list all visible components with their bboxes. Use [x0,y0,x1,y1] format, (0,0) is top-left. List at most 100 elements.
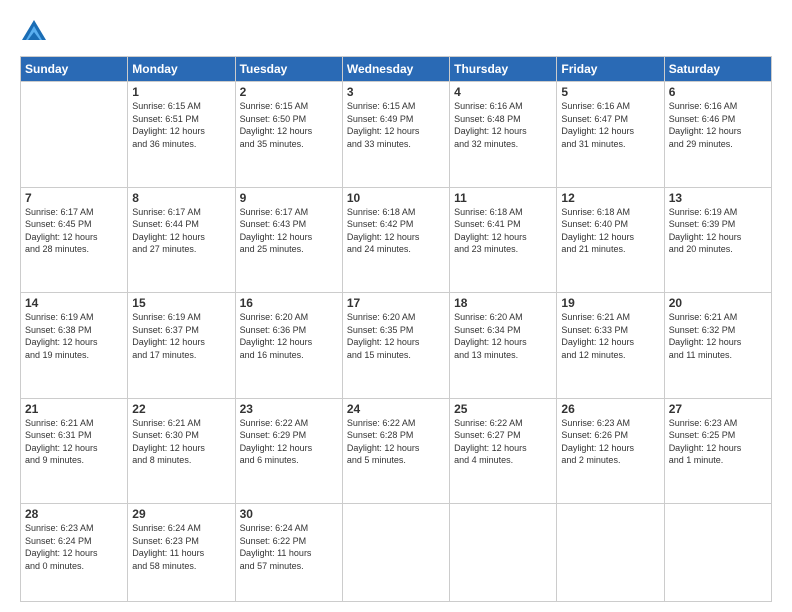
day-number: 24 [347,402,445,416]
calendar-table: SundayMondayTuesdayWednesdayThursdayFrid… [20,56,772,602]
day-number: 5 [561,85,659,99]
calendar-cell: 5Sunrise: 6:16 AM Sunset: 6:47 PM Daylig… [557,82,664,188]
day-info: Sunrise: 6:22 AM Sunset: 6:28 PM Dayligh… [347,417,445,467]
day-info: Sunrise: 6:24 AM Sunset: 6:23 PM Dayligh… [132,522,230,572]
day-info: Sunrise: 6:15 AM Sunset: 6:50 PM Dayligh… [240,100,338,150]
calendar-cell: 11Sunrise: 6:18 AM Sunset: 6:41 PM Dayli… [450,187,557,293]
weekday-header-row: SundayMondayTuesdayWednesdayThursdayFrid… [21,57,772,82]
calendar-cell [21,82,128,188]
weekday-header-saturday: Saturday [664,57,771,82]
day-number: 11 [454,191,552,205]
day-info: Sunrise: 6:23 AM Sunset: 6:24 PM Dayligh… [25,522,123,572]
header [20,18,772,46]
day-info: Sunrise: 6:17 AM Sunset: 6:43 PM Dayligh… [240,206,338,256]
day-info: Sunrise: 6:17 AM Sunset: 6:44 PM Dayligh… [132,206,230,256]
calendar-cell: 29Sunrise: 6:24 AM Sunset: 6:23 PM Dayli… [128,504,235,602]
day-number: 4 [454,85,552,99]
calendar-cell: 20Sunrise: 6:21 AM Sunset: 6:32 PM Dayli… [664,293,771,399]
calendar-cell [557,504,664,602]
calendar-cell [664,504,771,602]
day-number: 18 [454,296,552,310]
day-info: Sunrise: 6:20 AM Sunset: 6:36 PM Dayligh… [240,311,338,361]
calendar-cell: 21Sunrise: 6:21 AM Sunset: 6:31 PM Dayli… [21,398,128,504]
calendar-cell: 6Sunrise: 6:16 AM Sunset: 6:46 PM Daylig… [664,82,771,188]
calendar-cell: 30Sunrise: 6:24 AM Sunset: 6:22 PM Dayli… [235,504,342,602]
calendar-cell: 23Sunrise: 6:22 AM Sunset: 6:29 PM Dayli… [235,398,342,504]
weekday-header-tuesday: Tuesday [235,57,342,82]
day-number: 25 [454,402,552,416]
calendar-week-row: 7Sunrise: 6:17 AM Sunset: 6:45 PM Daylig… [21,187,772,293]
weekday-header-wednesday: Wednesday [342,57,449,82]
calendar-cell: 10Sunrise: 6:18 AM Sunset: 6:42 PM Dayli… [342,187,449,293]
calendar-cell: 14Sunrise: 6:19 AM Sunset: 6:38 PM Dayli… [21,293,128,399]
calendar-week-row: 28Sunrise: 6:23 AM Sunset: 6:24 PM Dayli… [21,504,772,602]
day-number: 27 [669,402,767,416]
day-info: Sunrise: 6:17 AM Sunset: 6:45 PM Dayligh… [25,206,123,256]
day-number: 22 [132,402,230,416]
calendar-week-row: 21Sunrise: 6:21 AM Sunset: 6:31 PM Dayli… [21,398,772,504]
calendar-cell: 7Sunrise: 6:17 AM Sunset: 6:45 PM Daylig… [21,187,128,293]
day-number: 20 [669,296,767,310]
day-info: Sunrise: 6:21 AM Sunset: 6:31 PM Dayligh… [25,417,123,467]
day-info: Sunrise: 6:23 AM Sunset: 6:26 PM Dayligh… [561,417,659,467]
day-info: Sunrise: 6:21 AM Sunset: 6:30 PM Dayligh… [132,417,230,467]
weekday-header-monday: Monday [128,57,235,82]
calendar-cell: 16Sunrise: 6:20 AM Sunset: 6:36 PM Dayli… [235,293,342,399]
day-info: Sunrise: 6:18 AM Sunset: 6:41 PM Dayligh… [454,206,552,256]
day-number: 16 [240,296,338,310]
day-number: 7 [25,191,123,205]
weekday-header-friday: Friday [557,57,664,82]
calendar-cell: 24Sunrise: 6:22 AM Sunset: 6:28 PM Dayli… [342,398,449,504]
day-info: Sunrise: 6:18 AM Sunset: 6:40 PM Dayligh… [561,206,659,256]
day-number: 10 [347,191,445,205]
calendar-cell: 18Sunrise: 6:20 AM Sunset: 6:34 PM Dayli… [450,293,557,399]
weekday-header-thursday: Thursday [450,57,557,82]
calendar-cell: 22Sunrise: 6:21 AM Sunset: 6:30 PM Dayli… [128,398,235,504]
day-info: Sunrise: 6:24 AM Sunset: 6:22 PM Dayligh… [240,522,338,572]
day-info: Sunrise: 6:20 AM Sunset: 6:35 PM Dayligh… [347,311,445,361]
day-number: 30 [240,507,338,521]
calendar-cell: 13Sunrise: 6:19 AM Sunset: 6:39 PM Dayli… [664,187,771,293]
day-number: 9 [240,191,338,205]
day-info: Sunrise: 6:20 AM Sunset: 6:34 PM Dayligh… [454,311,552,361]
day-info: Sunrise: 6:22 AM Sunset: 6:29 PM Dayligh… [240,417,338,467]
calendar-week-row: 14Sunrise: 6:19 AM Sunset: 6:38 PM Dayli… [21,293,772,399]
calendar-cell: 3Sunrise: 6:15 AM Sunset: 6:49 PM Daylig… [342,82,449,188]
day-info: Sunrise: 6:15 AM Sunset: 6:51 PM Dayligh… [132,100,230,150]
day-info: Sunrise: 6:22 AM Sunset: 6:27 PM Dayligh… [454,417,552,467]
day-number: 21 [25,402,123,416]
calendar-cell: 27Sunrise: 6:23 AM Sunset: 6:25 PM Dayli… [664,398,771,504]
day-number: 6 [669,85,767,99]
weekday-header-sunday: Sunday [21,57,128,82]
day-number: 13 [669,191,767,205]
day-info: Sunrise: 6:16 AM Sunset: 6:47 PM Dayligh… [561,100,659,150]
calendar-cell: 4Sunrise: 6:16 AM Sunset: 6:48 PM Daylig… [450,82,557,188]
calendar-week-row: 1Sunrise: 6:15 AM Sunset: 6:51 PM Daylig… [21,82,772,188]
day-number: 1 [132,85,230,99]
calendar-cell: 19Sunrise: 6:21 AM Sunset: 6:33 PM Dayli… [557,293,664,399]
day-number: 17 [347,296,445,310]
day-number: 12 [561,191,659,205]
logo-icon [20,18,48,46]
calendar-cell [450,504,557,602]
day-info: Sunrise: 6:19 AM Sunset: 6:38 PM Dayligh… [25,311,123,361]
calendar-cell: 28Sunrise: 6:23 AM Sunset: 6:24 PM Dayli… [21,504,128,602]
day-info: Sunrise: 6:18 AM Sunset: 6:42 PM Dayligh… [347,206,445,256]
calendar-cell: 8Sunrise: 6:17 AM Sunset: 6:44 PM Daylig… [128,187,235,293]
day-number: 23 [240,402,338,416]
day-info: Sunrise: 6:15 AM Sunset: 6:49 PM Dayligh… [347,100,445,150]
day-info: Sunrise: 6:19 AM Sunset: 6:37 PM Dayligh… [132,311,230,361]
calendar-cell: 25Sunrise: 6:22 AM Sunset: 6:27 PM Dayli… [450,398,557,504]
day-number: 28 [25,507,123,521]
day-info: Sunrise: 6:21 AM Sunset: 6:33 PM Dayligh… [561,311,659,361]
calendar-cell: 1Sunrise: 6:15 AM Sunset: 6:51 PM Daylig… [128,82,235,188]
calendar-cell: 2Sunrise: 6:15 AM Sunset: 6:50 PM Daylig… [235,82,342,188]
calendar-cell [342,504,449,602]
calendar-cell: 12Sunrise: 6:18 AM Sunset: 6:40 PM Dayli… [557,187,664,293]
day-number: 19 [561,296,659,310]
day-info: Sunrise: 6:21 AM Sunset: 6:32 PM Dayligh… [669,311,767,361]
calendar-cell: 26Sunrise: 6:23 AM Sunset: 6:26 PM Dayli… [557,398,664,504]
day-number: 2 [240,85,338,99]
day-number: 8 [132,191,230,205]
day-number: 3 [347,85,445,99]
